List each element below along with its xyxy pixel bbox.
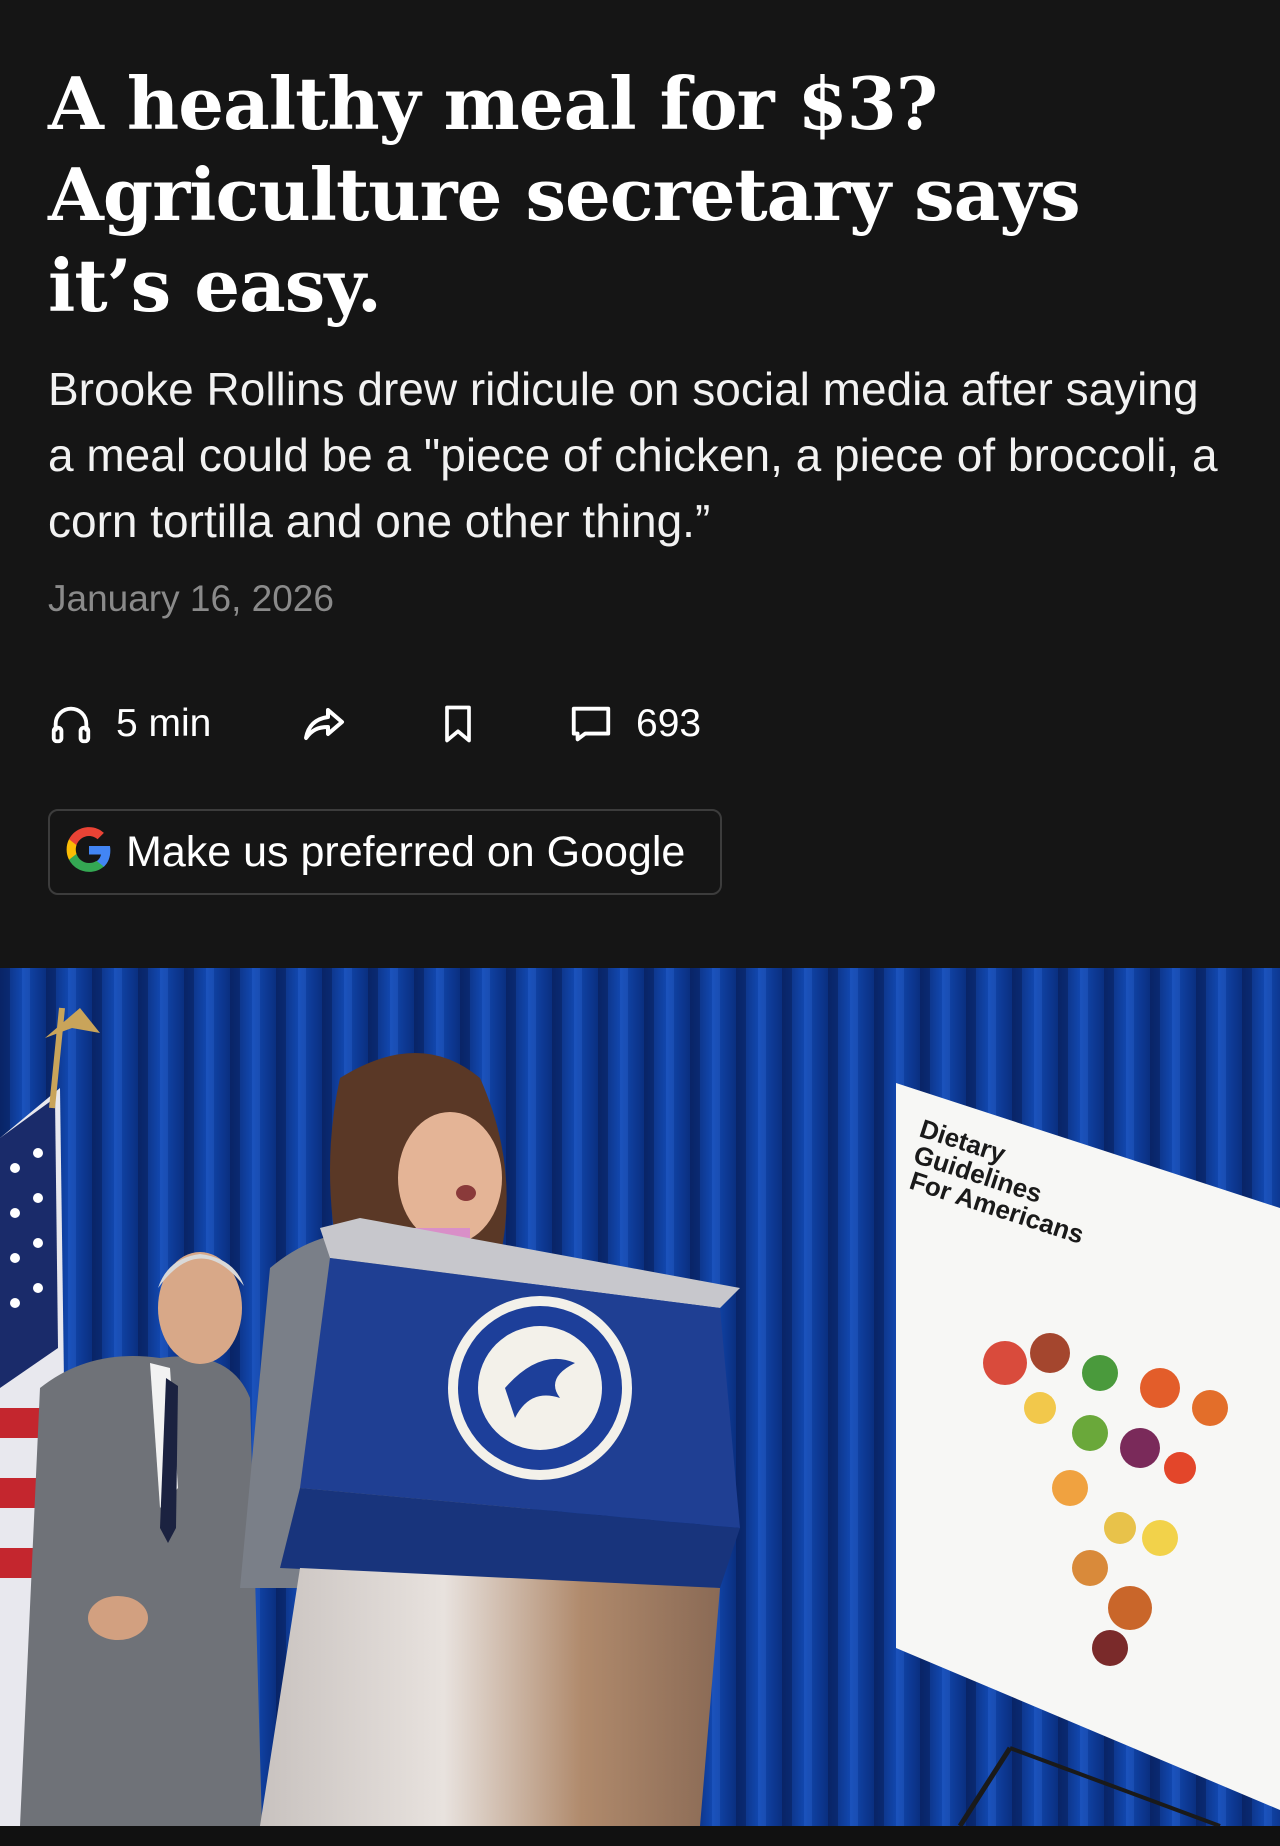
headphones-icon bbox=[48, 701, 94, 747]
share-button[interactable] bbox=[300, 692, 348, 756]
google-g-icon bbox=[64, 825, 126, 880]
publish-date: January 16, 2026 bbox=[48, 578, 334, 619]
comments-button[interactable]: 693 bbox=[568, 692, 701, 756]
listen-duration: 5 min bbox=[116, 702, 212, 745]
listen-button[interactable]: 5 min bbox=[48, 692, 211, 756]
comment-icon bbox=[568, 701, 614, 747]
make-preferred-google-button[interactable]: Make us preferred on Google bbox=[48, 809, 722, 895]
bottom-divider bbox=[0, 1826, 1280, 1846]
lead-photo-illustration: Dietary Guidelines For Americans bbox=[0, 968, 1280, 1826]
share-arrow-icon bbox=[300, 700, 348, 748]
comments-count: 693 bbox=[636, 702, 702, 745]
podium bbox=[260, 1218, 740, 1826]
lead-photo: Dietary Guidelines For Americans bbox=[0, 968, 1280, 1826]
article-header: A healthy meal for $3? Agriculture secre… bbox=[0, 0, 1280, 968]
article-dek: Brooke Rollins drew ridicule on social m… bbox=[48, 363, 1218, 547]
bookmark-icon bbox=[436, 701, 480, 747]
headline: A healthy meal for $3? Agriculture secre… bbox=[48, 61, 1081, 328]
article-actions-bar: 5 min 693 bbox=[48, 692, 848, 756]
bookmark-button[interactable] bbox=[436, 692, 480, 756]
make-preferred-label: Make us preferred on Google bbox=[126, 827, 686, 876]
